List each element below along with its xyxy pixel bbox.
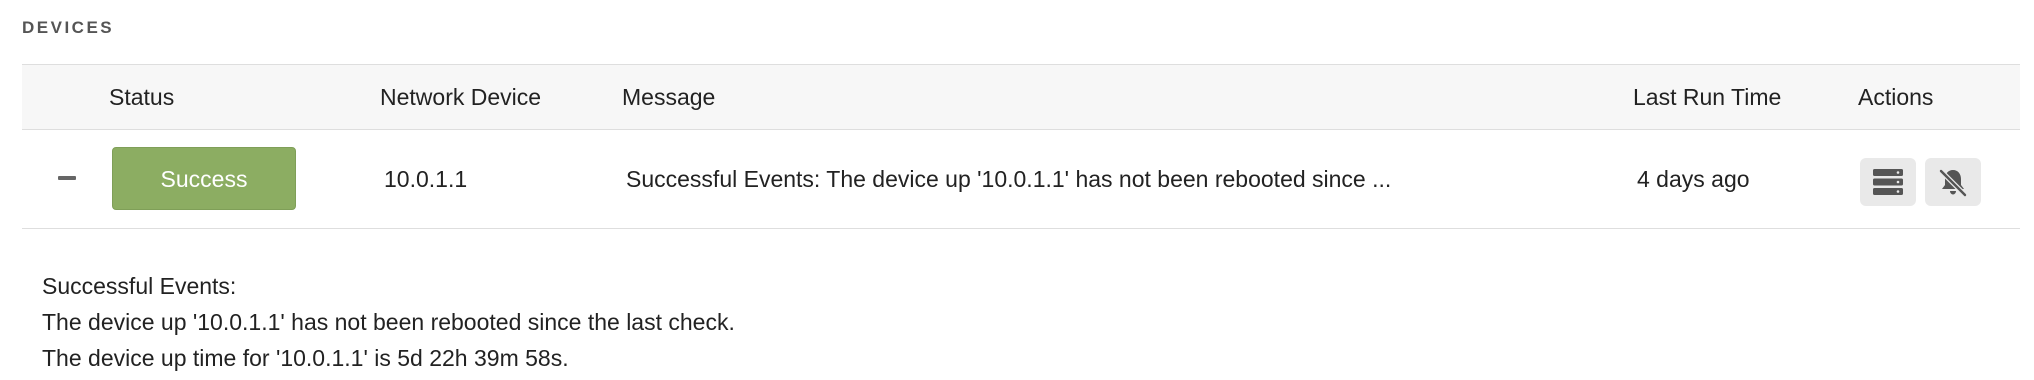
status-badge: Success [112,147,296,210]
column-header-network-device[interactable]: Network Device [380,65,541,129]
section-title: DEVICES [22,18,115,37]
column-header-status[interactable]: Status [109,65,174,129]
bell-slash-icon [1938,168,1968,198]
table-row[interactable]: Success 10.0.1.1 Successful Events: The … [22,130,2020,229]
column-header-actions: Actions [1858,84,1934,110]
details-line: The device up time for '10.0.1.1' is 5d … [42,345,569,371]
expanded-row-details: Successful Events: The device up '10.0.1… [42,268,735,376]
message-cell: Successful Events: The device up '10.0.1… [626,166,1392,192]
column-header-last-run-time[interactable]: Last Run Time [1633,65,1781,129]
details-line: The device up '10.0.1.1' has not been re… [42,309,735,335]
collapse-row-icon[interactable] [58,176,76,180]
last-run-time-cell: 4 days ago [1637,166,1750,192]
devices-table: Status Network Device Message Last Run T… [22,64,2020,229]
column-header-message[interactable]: Message [622,65,715,129]
mute-alerts-button[interactable] [1925,158,1981,206]
network-device-cell: 10.0.1.1 [384,166,468,192]
view-details-button[interactable] [1860,158,1916,206]
details-line: Successful Events: [42,273,237,299]
server-list-icon [1873,169,1903,195]
table-header: Status Network Device Message Last Run T… [22,64,2020,130]
